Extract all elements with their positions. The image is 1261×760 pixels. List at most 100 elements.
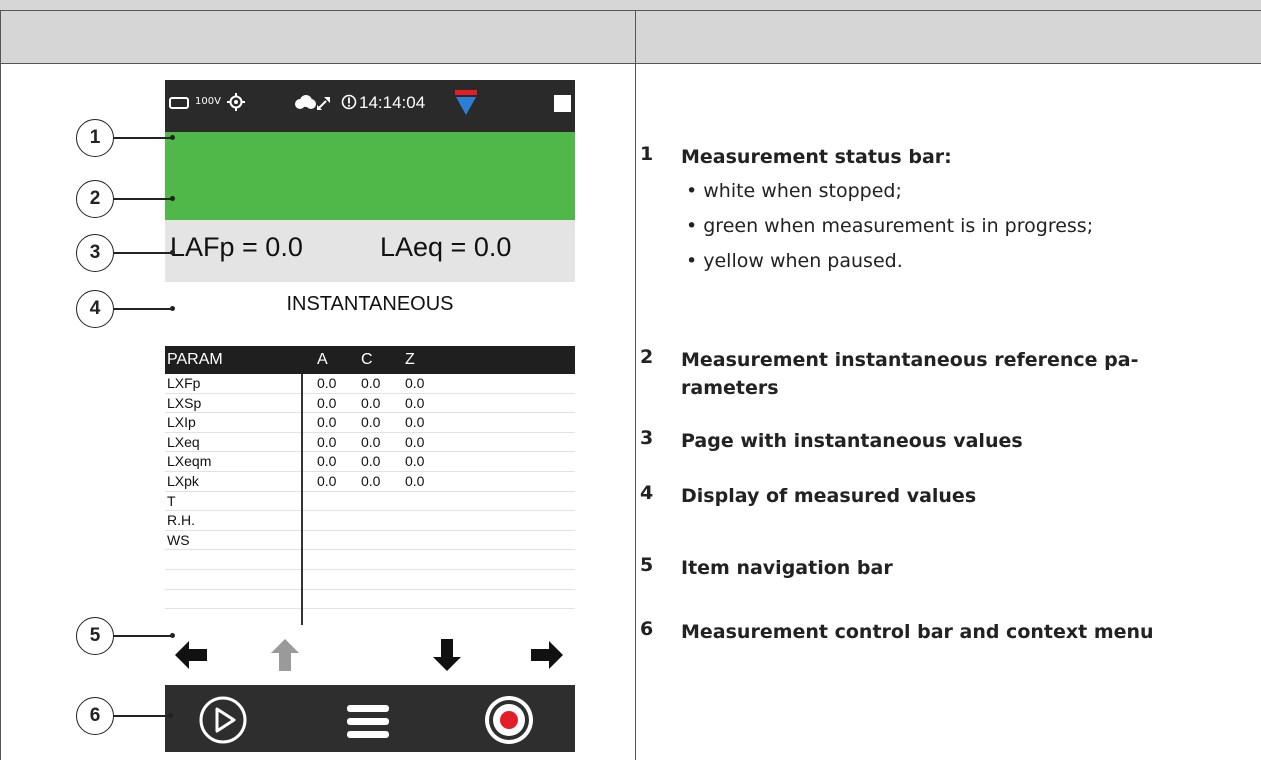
device-status-bar: 100V 14:14:04 bbox=[165, 80, 575, 132]
table-row: LXIp 0.0 0.0 0.0 bbox=[165, 413, 575, 433]
values-table-body: LXFp 0.0 0.0 0.0 LXSp 0.0 0.0 0.0 LXIp 0… bbox=[165, 374, 575, 629]
callout-5-leader bbox=[113, 633, 175, 638]
reference-parameters-bar: LAFp = 0.0 LAeq = 0.0 bbox=[165, 220, 575, 282]
legend-title: Measurement status bar: bbox=[681, 146, 952, 168]
param-cell: LXeqm bbox=[167, 453, 212, 470]
callout-1: 1 bbox=[76, 119, 114, 157]
legend-number: 4 bbox=[640, 482, 654, 504]
lafp-value: LAFp = 0.0 bbox=[170, 232, 303, 262]
value-c-cell: 0.0 bbox=[361, 414, 381, 431]
param-cell: LXFp bbox=[167, 375, 201, 391]
param-cell: T bbox=[167, 492, 176, 509]
table-row: LXSp 0.0 0.0 0.0 bbox=[165, 394, 575, 414]
header-c: C bbox=[361, 351, 373, 368]
value-z-cell: 0.0 bbox=[405, 472, 425, 489]
legend-number: 3 bbox=[640, 427, 654, 449]
table-row: LXpk 0.0 0.0 0.0 bbox=[165, 472, 575, 492]
arrow-down-icon[interactable] bbox=[427, 635, 467, 675]
header-a: A bbox=[317, 351, 328, 368]
stop-square-icon bbox=[554, 95, 571, 112]
value-a-cell: 0.0 bbox=[317, 414, 337, 431]
value-z-cell: 0.0 bbox=[405, 394, 425, 411]
cloud-icon bbox=[295, 95, 316, 109]
legend-bullet: • green when measurement is in progress; bbox=[686, 215, 1094, 237]
context-menu-button[interactable] bbox=[345, 698, 391, 744]
callout-4: 4 bbox=[76, 290, 114, 328]
callout-3: 3 bbox=[76, 234, 114, 272]
gps-icon bbox=[227, 93, 245, 111]
legend-title: Item navigation bar bbox=[681, 557, 893, 579]
value-a-cell: 0.0 bbox=[317, 375, 337, 391]
param-cell: WS bbox=[167, 531, 190, 548]
legend-title: Page with instantaneous values bbox=[681, 430, 1023, 452]
legend-number: 5 bbox=[640, 554, 654, 576]
value-z-cell: 0.0 bbox=[405, 453, 425, 470]
table-row bbox=[165, 590, 575, 610]
callout-5: 5 bbox=[76, 617, 114, 655]
laeq-value: LAeq = 0.0 bbox=[380, 232, 512, 262]
clock-label: 14:14:04 bbox=[359, 93, 426, 112]
legend-number: 1 bbox=[640, 143, 654, 165]
table-border-left bbox=[0, 10, 1, 760]
legend-bullet: • yellow when paused. bbox=[686, 250, 903, 272]
arrow-left-icon[interactable] bbox=[171, 635, 211, 675]
legend-number: 2 bbox=[640, 346, 654, 368]
values-table-header: PARAM A C Z bbox=[165, 346, 575, 374]
value-z-cell: 0.0 bbox=[405, 375, 425, 391]
measurement-status-bar bbox=[165, 132, 575, 220]
level-indicator-icon bbox=[455, 90, 477, 115]
arrow-right-icon[interactable] bbox=[527, 635, 567, 675]
measurement-control-bar bbox=[165, 685, 575, 752]
item-navigation-bar bbox=[165, 625, 575, 685]
value-a-cell: 0.0 bbox=[317, 394, 337, 411]
battery-icon bbox=[169, 97, 189, 109]
play-button[interactable] bbox=[198, 695, 248, 745]
value-z-cell: 0.0 bbox=[405, 433, 425, 450]
legend-bullet: • white when stopped; bbox=[686, 180, 902, 202]
legend-title: Measurement control bar and context menu bbox=[681, 621, 1154, 643]
param-cell: LXeq bbox=[167, 433, 200, 450]
record-button[interactable] bbox=[483, 694, 535, 746]
table-row: LXFp 0.0 0.0 0.0 bbox=[165, 374, 575, 394]
table-row: LXeqm 0.0 0.0 0.0 bbox=[165, 452, 575, 472]
table-row: WS bbox=[165, 531, 575, 551]
page-title: INSTANTANEOUS bbox=[165, 282, 575, 326]
value-z-cell: 0.0 bbox=[405, 414, 425, 431]
table-row: LXeq 0.0 0.0 0.0 bbox=[165, 433, 575, 453]
callout-6-leader bbox=[113, 713, 173, 718]
callout-3-leader bbox=[113, 250, 175, 255]
legend-title: Measurement instantaneous reference pa- bbox=[681, 349, 1139, 371]
legend-title-continued: rameters bbox=[681, 377, 779, 399]
value-c-cell: 0.0 bbox=[361, 394, 381, 411]
header-z: Z bbox=[405, 351, 415, 368]
legend-number: 6 bbox=[640, 618, 654, 640]
table-row: T bbox=[165, 492, 575, 512]
value-c-cell: 0.0 bbox=[361, 453, 381, 470]
callout-4-leader bbox=[113, 306, 175, 311]
param-cell: LXSp bbox=[167, 394, 202, 411]
legend: 1 Measurement status bar: • white when s… bbox=[640, 0, 1261, 760]
callout-6: 6 bbox=[76, 697, 114, 735]
voltage-label: 100V bbox=[195, 96, 221, 107]
param-cell: LXIp bbox=[167, 414, 196, 431]
arrow-up-icon[interactable] bbox=[265, 635, 305, 675]
table-column-divider bbox=[635, 10, 636, 760]
callout-2-leader bbox=[113, 196, 175, 201]
param-cell: R.H. bbox=[167, 512, 195, 529]
value-c-cell: 0.0 bbox=[361, 433, 381, 450]
device-screen: 100V 14:14:04 LAFp = 0.0 LAeq = 0.0 INST… bbox=[165, 80, 575, 752]
value-a-cell: 0.0 bbox=[317, 453, 337, 470]
value-a-cell: 0.0 bbox=[317, 433, 337, 450]
header-param: PARAM bbox=[167, 351, 223, 368]
value-c-cell: 0.0 bbox=[361, 375, 381, 391]
sync-arrows-icon bbox=[317, 97, 330, 110]
table-row: R.H. bbox=[165, 511, 575, 531]
table-row bbox=[165, 570, 575, 590]
param-cell: LXpk bbox=[167, 472, 199, 489]
value-c-cell: 0.0 bbox=[361, 472, 381, 489]
alert-icon bbox=[341, 94, 357, 110]
callout-1-leader bbox=[113, 135, 175, 140]
table-row bbox=[165, 550, 575, 570]
callout-2: 2 bbox=[76, 180, 114, 218]
legend-title: Display of measured values bbox=[681, 485, 977, 507]
